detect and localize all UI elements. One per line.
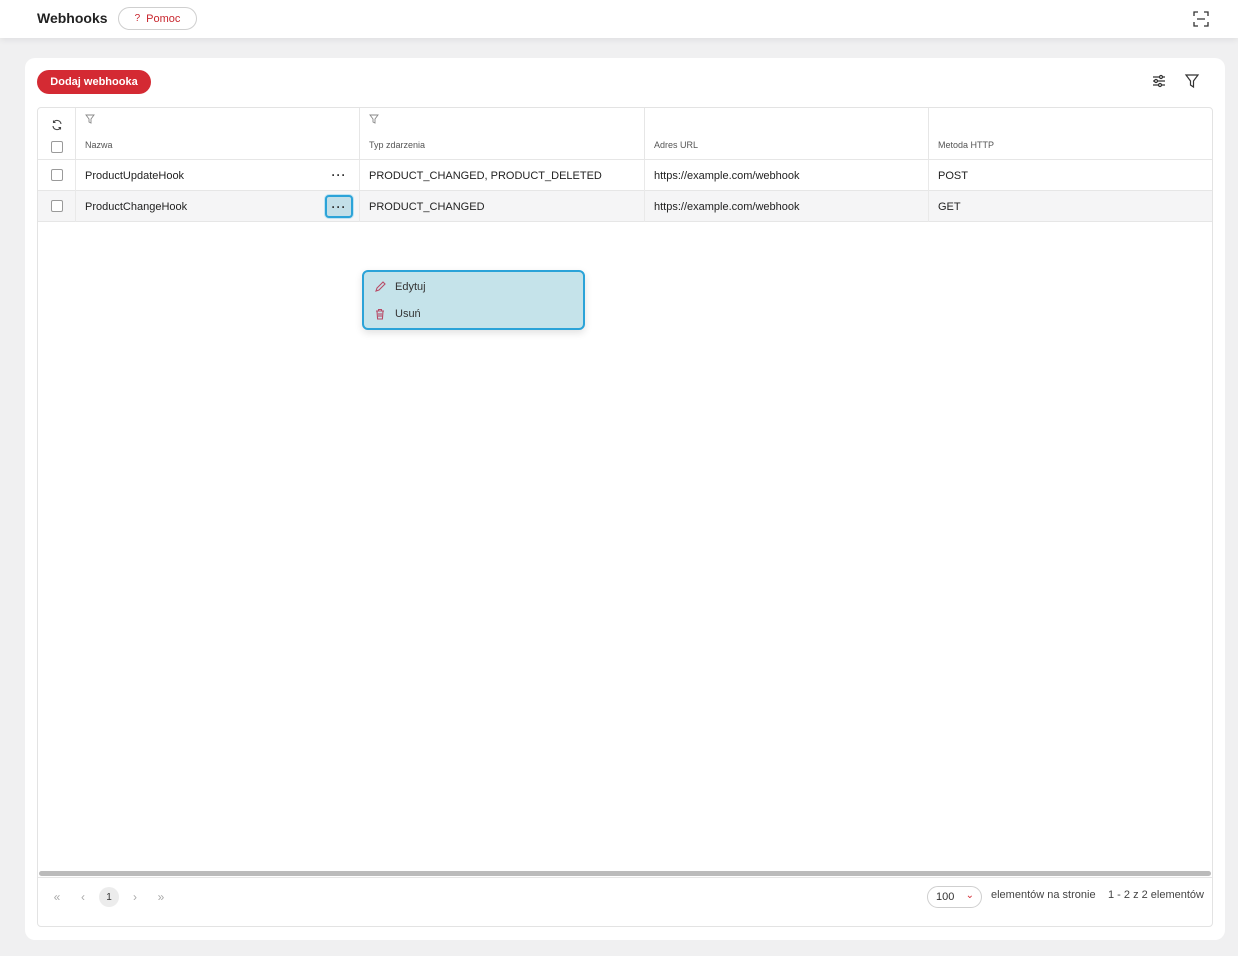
events-cell: PRODUCT_CHANGED, PRODUCT_DELETED <box>360 160 645 191</box>
webhook-name: ProductChangeHook <box>85 200 188 213</box>
page-title: Webhooks <box>37 10 108 26</box>
first-page-icon[interactable]: « <box>50 887 64 907</box>
fullscreen-icon[interactable] <box>1192 10 1210 28</box>
scrollbar-thumb[interactable] <box>39 871 1211 876</box>
pager-divider <box>38 877 1212 878</box>
per-page-label: elementów na stronie <box>991 889 1096 901</box>
page-size-select[interactable]: 100 ⌄ <box>927 886 982 908</box>
webhooks-panel: Dodaj webhooka Nazwa Typ zdarzenia Adres… <box>25 58 1225 940</box>
row-select-cell <box>38 160 76 191</box>
page-size-value: 100 <box>936 891 955 903</box>
question-icon: ? <box>134 13 141 24</box>
column-header-name[interactable]: Nazwa <box>76 108 360 159</box>
pencil-icon <box>375 281 386 292</box>
help-button[interactable]: ? Pomoc <box>118 7 197 30</box>
previous-page-icon[interactable]: ‹ <box>76 887 90 907</box>
menu-item-delete[interactable]: Usuń <box>374 303 421 325</box>
webhook-name: ProductUpdateHook <box>85 169 185 182</box>
row-select-cell <box>38 191 76 222</box>
row-checkbox[interactable] <box>51 200 63 212</box>
column-filter-icon[interactable] <box>85 114 95 124</box>
name-cell: ProductUpdateHook ··· <box>76 160 360 191</box>
table-row[interactable]: ProductUpdateHook ··· PRODUCT_CHANGED, P… <box>38 160 1212 191</box>
range-label: 1 - 2 z 2 elementów <box>1108 889 1204 901</box>
column-header-event-type[interactable]: Typ zdarzenia <box>360 108 645 159</box>
refresh-icon[interactable] <box>51 119 63 131</box>
column-header-url[interactable]: Adres URL <box>645 108 929 159</box>
row-actions-button[interactable]: ··· <box>325 195 353 218</box>
events-cell: PRODUCT_CHANGED <box>360 191 645 222</box>
chevron-down-icon: ⌄ <box>965 890 974 901</box>
row-actions-menu: Edytuj Usuń <box>362 270 585 330</box>
filter-icon[interactable] <box>1184 73 1200 89</box>
header-select-column <box>38 108 76 159</box>
column-header-http-method[interactable]: Metoda HTTP <box>929 108 1212 159</box>
column-filter-icon[interactable] <box>369 114 379 124</box>
url-cell: https://example.com/webhook <box>645 191 929 222</box>
top-bar: Webhooks ? Pomoc <box>0 0 1238 38</box>
menu-item-label: Edytuj <box>395 281 426 293</box>
table-row[interactable]: ProductChangeHook ··· PRODUCT_CHANGED ht… <box>38 191 1212 222</box>
horizontal-scrollbar[interactable] <box>38 870 1212 877</box>
column-label: Nazwa <box>85 140 113 150</box>
select-all-checkbox[interactable] <box>51 141 63 153</box>
column-label: Adres URL <box>654 140 699 150</box>
next-page-icon[interactable]: › <box>128 887 142 907</box>
last-page-icon[interactable]: » <box>154 887 168 907</box>
add-webhook-button[interactable]: Dodaj webhooka <box>37 70 151 94</box>
column-label: Typ zdarzenia <box>369 140 426 150</box>
column-label: Metoda HTTP <box>938 140 995 150</box>
row-actions-button[interactable]: ··· <box>326 165 352 185</box>
method-cell: GET <box>938 200 961 213</box>
method-cell: POST <box>938 169 968 182</box>
url-cell: https://example.com/webhook <box>645 160 929 191</box>
menu-item-edit[interactable]: Edytuj <box>374 276 426 298</box>
name-cell: ProductChangeHook ··· <box>76 191 360 222</box>
column-settings-icon[interactable] <box>1151 73 1167 89</box>
help-label: Pomoc <box>146 12 181 25</box>
trash-icon <box>376 308 384 320</box>
webhooks-table: Nazwa Typ zdarzenia Adres URL Metoda HTT… <box>37 107 1213 927</box>
row-checkbox[interactable] <box>51 169 63 181</box>
page-number[interactable]: 1 <box>99 887 119 907</box>
menu-item-label: Usuń <box>395 308 421 320</box>
